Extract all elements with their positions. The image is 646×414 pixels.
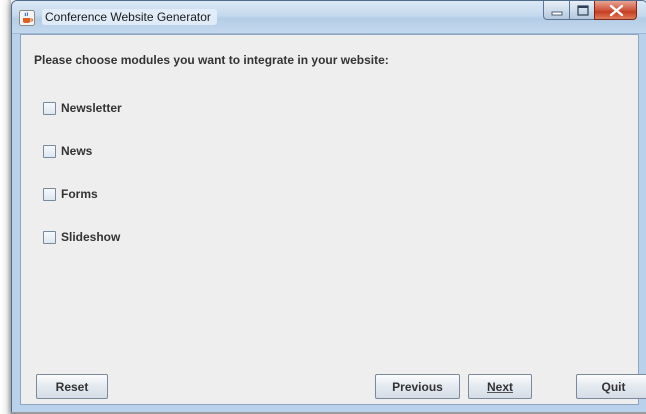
module-label-news: News xyxy=(61,144,93,158)
java-cup-icon xyxy=(19,10,35,26)
next-button[interactable]: Next xyxy=(468,374,532,399)
quit-button[interactable]: Quit xyxy=(576,374,646,399)
previous-button[interactable]: Previous xyxy=(375,374,460,399)
module-forms[interactable]: Forms xyxy=(43,186,98,202)
window-title: Conference Website Generator xyxy=(42,9,217,25)
reset-button-label: Reset xyxy=(55,379,89,394)
maximize-icon xyxy=(577,5,589,16)
module-slideshow[interactable]: Slideshow xyxy=(43,229,120,245)
checkbox-forms[interactable] xyxy=(43,187,56,201)
close-button[interactable] xyxy=(594,1,637,20)
close-icon xyxy=(609,4,624,17)
quit-button-label: Quit xyxy=(601,379,626,394)
desktop-edge xyxy=(0,0,11,414)
previous-button-label: Previous xyxy=(392,379,443,394)
checkbox-news[interactable] xyxy=(43,144,56,158)
maximize-button[interactable] xyxy=(569,1,595,20)
checkbox-newsletter[interactable] xyxy=(43,101,56,115)
checkbox-slideshow[interactable] xyxy=(43,230,56,244)
content-panel: Please choose modules you want to integr… xyxy=(20,34,646,405)
app-window: Conference Website Generator Please choo… xyxy=(11,0,646,414)
reset-button[interactable]: Reset xyxy=(36,374,108,399)
module-label-slideshow: Slideshow xyxy=(61,230,121,244)
module-newsletter[interactable]: Newsletter xyxy=(43,100,122,116)
module-label-newsletter: Newsletter xyxy=(61,101,122,115)
title-bar[interactable]: Conference Website Generator xyxy=(12,1,646,34)
minimize-button[interactable] xyxy=(543,1,570,20)
module-news[interactable]: News xyxy=(43,143,92,159)
instruction-text: Please choose modules you want to integr… xyxy=(34,53,389,67)
module-label-forms: Forms xyxy=(61,187,98,201)
next-button-label: Next xyxy=(486,379,513,394)
minimize-icon xyxy=(551,11,563,16)
